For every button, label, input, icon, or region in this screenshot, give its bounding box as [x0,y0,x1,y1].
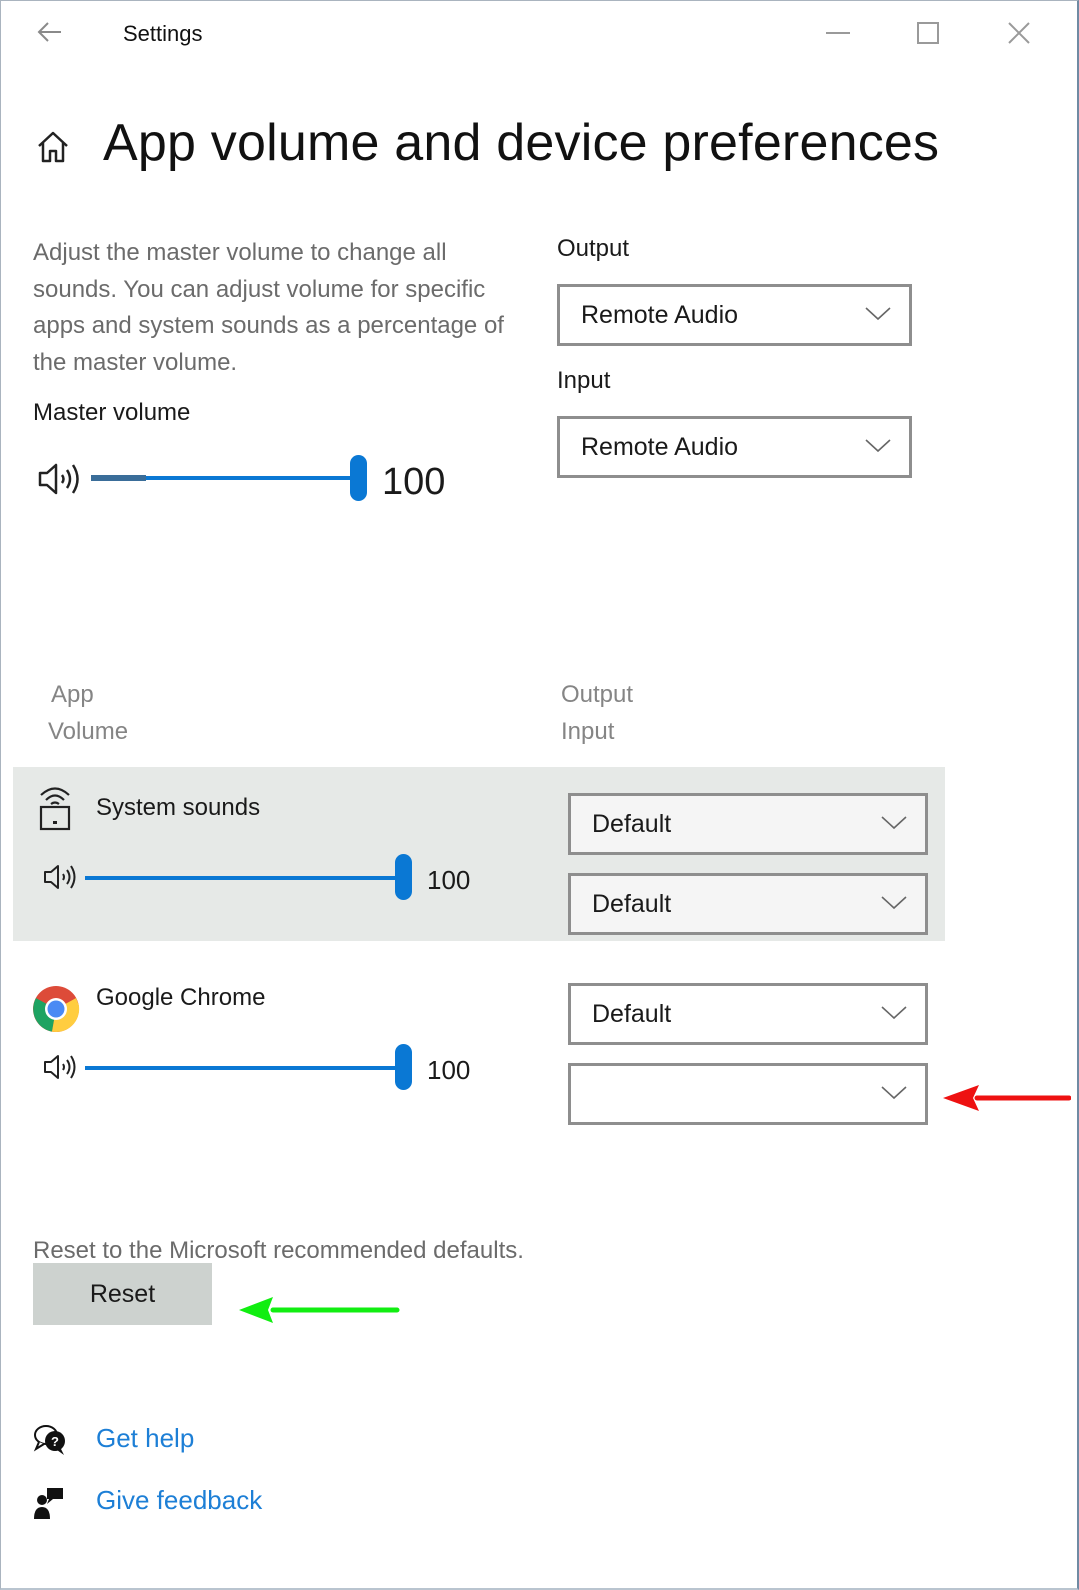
slider-thumb[interactable] [350,455,367,501]
slider-track [85,876,405,880]
minimize-icon [826,32,850,34]
slider-track-overlay [91,475,146,481]
window-title: Settings [123,21,203,46]
get-help-link[interactable]: Get help [96,1423,194,1454]
input-device-value: Remote Audio [581,432,739,461]
chevron-down-icon [881,1006,907,1020]
master-volume-value: 100 [382,461,446,503]
slider-thumb[interactable] [395,1044,412,1090]
page-title: App volume and device preferences [103,114,940,172]
chevron-down-icon [865,439,891,453]
home-icon [38,131,68,163]
chrome-input-dropdown[interactable] [568,1063,928,1125]
red-arrow-annotation [943,1085,1071,1111]
feedback-icon [33,1486,67,1525]
header-volume: Volume [48,718,129,745]
slider-track [85,1066,405,1070]
chrome-icon [32,985,80,1038]
dropdown-value: Default [592,809,672,838]
chevron-down-icon [881,896,907,910]
chrome-volume-slider[interactable] [85,1044,415,1092]
master-volume-slider[interactable] [91,454,371,504]
output-device-value: Remote Audio [581,300,739,329]
output-label: Output [557,235,630,262]
system-sounds-icon [37,783,73,836]
app-name: Google Chrome [96,984,266,1011]
close-button[interactable] [999,15,1039,51]
help-icon: ? [33,1423,67,1462]
system-sounds-volume-slider[interactable] [85,854,415,902]
give-feedback-link[interactable]: Give feedback [96,1485,262,1516]
system-sounds-input-dropdown[interactable]: Default [568,873,928,935]
svg-text:?: ? [51,1434,59,1449]
master-speaker-icon [37,461,83,502]
maximize-button[interactable] [908,15,948,51]
app-name: System sounds [96,794,261,821]
system-sounds-output-dropdown[interactable]: Default [568,793,928,855]
speaker-icon [43,863,79,896]
back-arrow-icon [37,22,61,42]
chrome-output-dropdown[interactable]: Default [568,983,928,1045]
reset-button[interactable]: Reset [33,1263,212,1325]
input-label: Input [557,367,611,394]
chevron-down-icon [881,816,907,830]
speaker-icon [43,1053,79,1086]
header-output: Output [561,681,634,708]
back-button[interactable] [35,17,65,47]
chevron-down-icon [881,1086,907,1100]
maximize-icon [917,22,939,44]
slider-thumb[interactable] [395,854,412,900]
header-app: App [51,681,94,708]
input-device-dropdown[interactable]: Remote Audio [557,416,912,478]
master-description: Adjust the master volume to change all s… [33,239,504,376]
output-device-dropdown[interactable]: Remote Audio [557,284,912,346]
reset-description: Reset to the Microsoft recommended defau… [33,1237,524,1264]
chevron-down-icon [865,307,891,321]
dropdown-value: Default [592,999,672,1028]
dropdown-value: Default [592,889,672,918]
green-arrow-annotation [239,1297,400,1323]
header-input: Input [561,718,615,745]
chrome-volume-value: 100 [427,1055,471,1085]
minimize-button[interactable] [818,15,858,51]
home-button[interactable] [33,127,73,167]
settings-window: Settings App volume and device preferenc… [0,0,1079,1590]
system-sounds-volume-value: 100 [427,865,471,895]
close-icon [1008,22,1030,44]
master-volume-label: Master volume [33,399,191,426]
